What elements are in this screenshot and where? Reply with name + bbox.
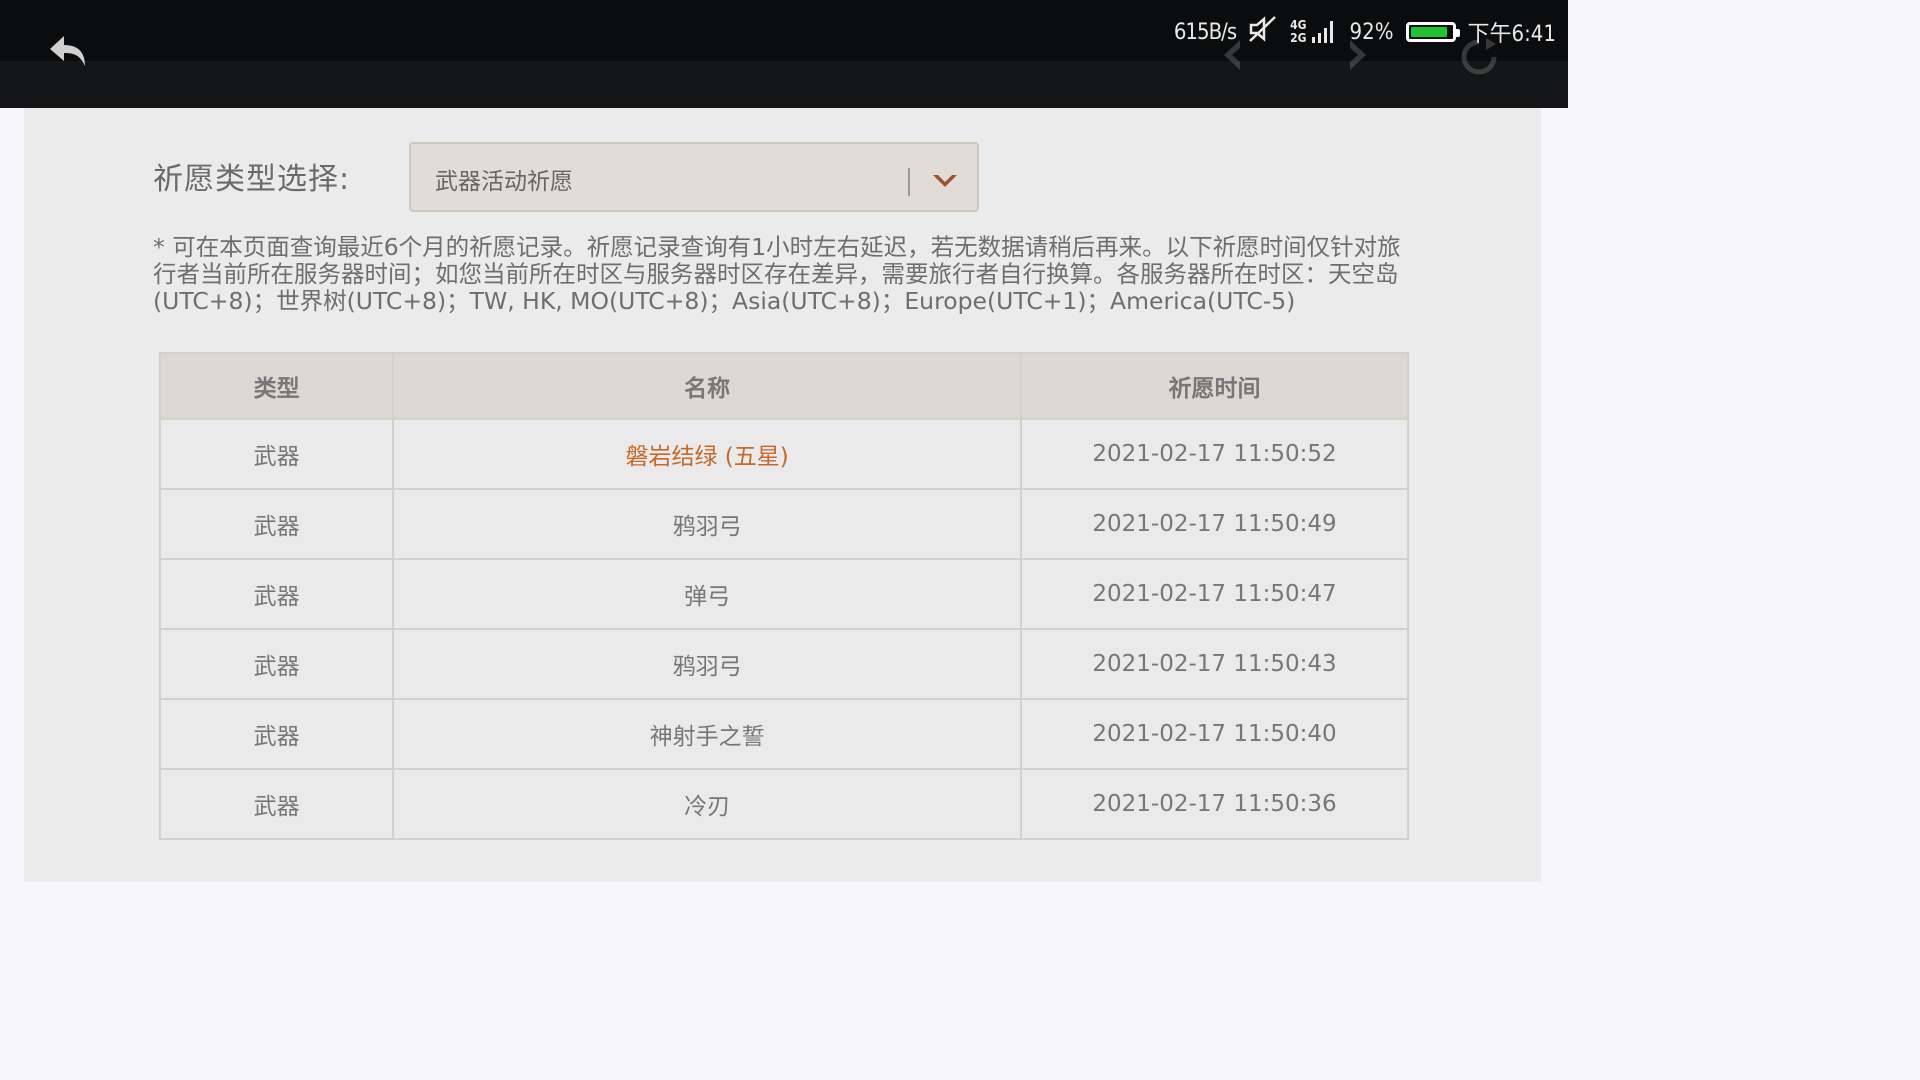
wish-type-selected: 武器活动祈愿 — [435, 169, 573, 195]
cell-type: 武器 — [158, 418, 395, 490]
table-row: 武器 冷刃 2021-02-17 11:50:36 — [158, 768, 1409, 840]
header-type: 类型 — [158, 352, 395, 420]
header-time: 祈愿时间 — [1020, 352, 1409, 420]
table-row: 武器 弹弓 2021-02-17 11:50:47 — [158, 558, 1409, 630]
cell-time: 2021-02-17 11:50:49 — [1020, 488, 1409, 560]
back-arrow-icon — [50, 36, 85, 66]
table-row: 武器 鸦羽弓 2021-02-17 11:50:49 — [158, 488, 1409, 560]
cell-name: 磐岩结绿 (五星) — [392, 418, 1023, 490]
cell-type: 武器 — [158, 768, 395, 840]
header-name: 名称 — [392, 352, 1023, 420]
cell-time: 2021-02-17 11:50:43 — [1020, 628, 1409, 700]
mute-icon — [1248, 15, 1278, 49]
status-bar: 615B/s 4G 2G 92% 下午6:41 — [1174, 14, 1556, 50]
table-row: 武器 磐岩结绿 (五星) 2021-02-17 11:50:52 — [158, 418, 1409, 490]
cell-type: 武器 — [158, 488, 395, 560]
chevron-down-icon — [933, 175, 957, 187]
cell-time: 2021-02-17 11:50:36 — [1020, 768, 1409, 840]
network-speed: 615B/s — [1173, 19, 1237, 45]
wish-type-select[interactable]: 武器活动祈愿 — [409, 142, 979, 212]
signal-label-2g: 2G — [1290, 31, 1307, 45]
cell-time: 2021-02-17 11:50:47 — [1020, 558, 1409, 630]
wish-history-table: 类型 名称 祈愿时间 武器 磐岩结绿 (五星) 2021-02-17 11:50… — [158, 352, 1409, 840]
cell-type: 武器 — [158, 628, 395, 700]
signal-icon: 4G 2G — [1290, 19, 1337, 45]
table-row: 武器 神射手之誓 2021-02-17 11:50:40 — [158, 698, 1409, 770]
battery-level — [1410, 27, 1448, 37]
cell-name: 弹弓 — [392, 558, 1023, 630]
battery-icon — [1405, 22, 1460, 42]
gacha-history-page: 祈愿类型选择: 武器活动祈愿 * 可在本页面查询最近6个月的祈愿记录。祈愿记录查… — [24, 108, 1541, 882]
table-row: 武器 鸦羽弓 2021-02-17 11:50:43 — [158, 628, 1409, 700]
clock: 下午6:41 — [1467, 22, 1556, 47]
notice-text: * 可在本页面查询最近6个月的祈愿记录。祈愿记录查询有1小时左右延迟，若无数据请… — [153, 233, 1401, 315]
signal-labels: 4G 2G — [1290, 19, 1306, 45]
cell-name: 冷刃 — [392, 768, 1023, 840]
cell-time: 2021-02-17 11:50:40 — [1020, 698, 1409, 770]
top-bar: 615B/s 4G 2G 92% 下午6:41 — [0, 0, 1568, 108]
cell-name: 神射手之誓 — [392, 698, 1023, 770]
back-button[interactable] — [44, 30, 92, 78]
cell-type: 武器 — [158, 558, 395, 630]
cell-time: 2021-02-17 11:50:52 — [1020, 418, 1409, 490]
wish-type-label: 祈愿类型选择: — [153, 162, 351, 197]
table-header-row: 类型 名称 祈愿时间 — [158, 352, 1409, 420]
cell-name: 鸦羽弓 — [392, 488, 1023, 560]
cell-type: 武器 — [158, 698, 395, 770]
select-divider — [908, 168, 910, 196]
cell-name: 鸦羽弓 — [392, 628, 1023, 700]
battery-percent: 92% — [1349, 19, 1394, 45]
